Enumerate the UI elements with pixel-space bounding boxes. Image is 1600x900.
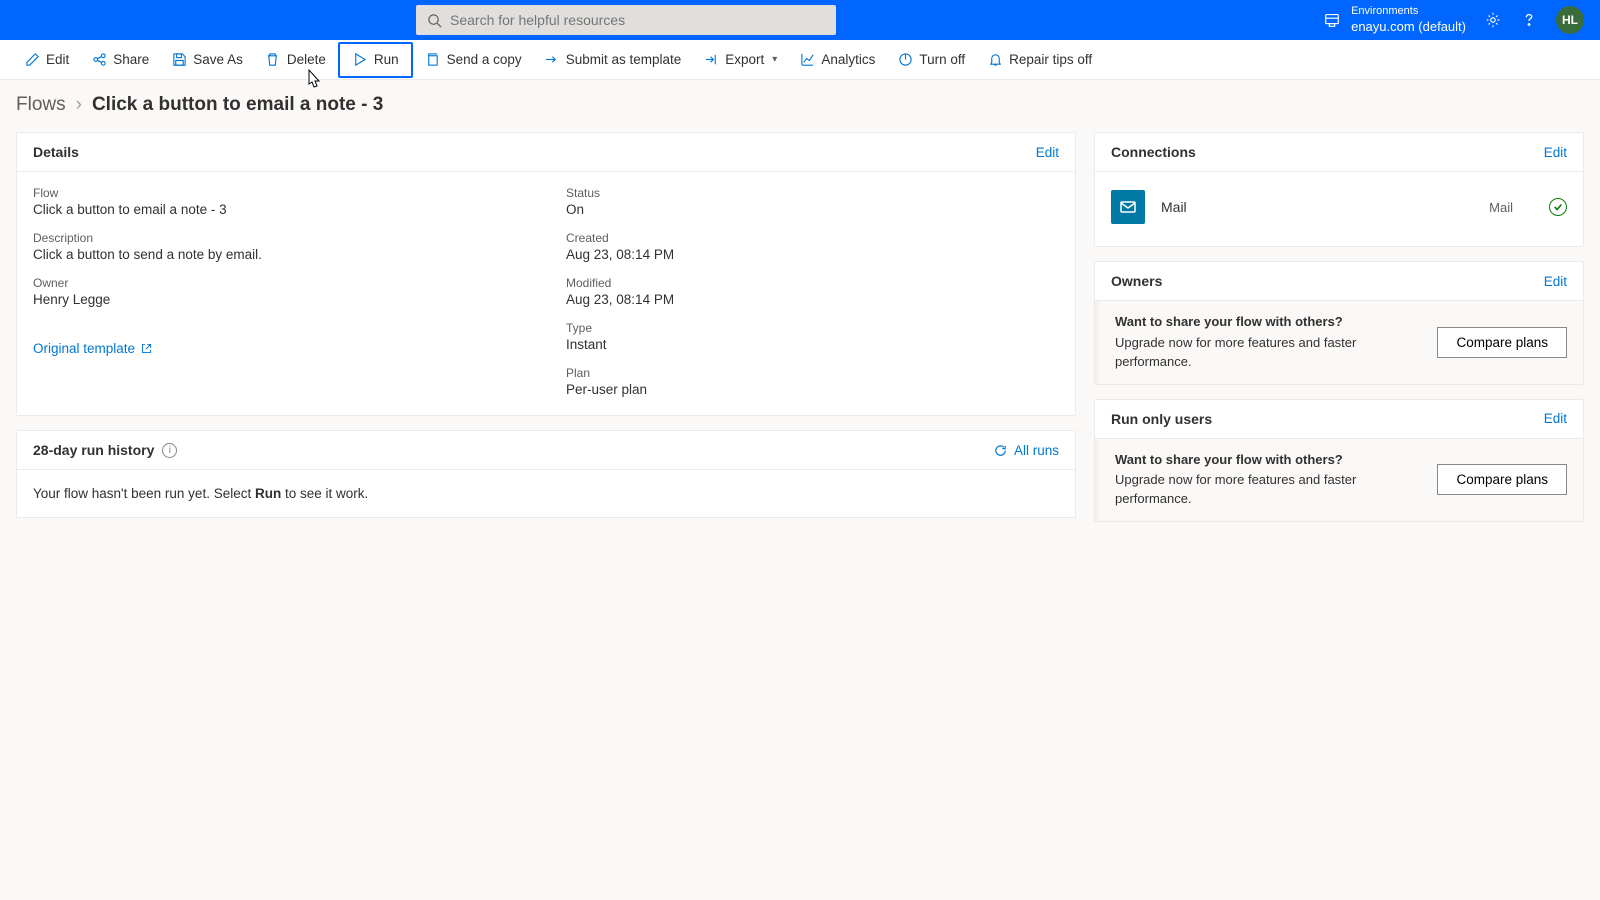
all-runs-link[interactable]: All runs <box>993 443 1059 458</box>
history-header: 28-day run history i All runs <box>17 431 1075 470</box>
external-link-icon <box>140 342 153 355</box>
runonly-title: Run only users <box>1111 411 1212 427</box>
submit-icon <box>544 52 560 68</box>
play-icon <box>352 52 368 68</box>
top-header: Environments enayu.com (default) HL <box>0 0 1600 40</box>
right-column: Connections Edit Mail Mail Owner <box>1094 132 1584 522</box>
detail-flow: Flow Click a button to email a note - 3 <box>33 186 526 217</box>
connection-row[interactable]: Mail Mail <box>1111 186 1567 228</box>
connections-title: Connections <box>1111 144 1196 160</box>
breadcrumb-current: Click a button to email a note - 3 <box>92 94 383 116</box>
analytics-button[interactable]: Analytics <box>789 46 885 74</box>
history-body: Your flow hasn't been run yet. Select Ru… <box>17 470 1075 517</box>
owners-edit-link[interactable]: Edit <box>1544 274 1567 289</box>
run-button[interactable]: Run <box>338 42 413 78</box>
chevron-right-icon: › <box>76 94 82 116</box>
owners-body: Want to share your flow with others? Upg… <box>1095 301 1583 384</box>
edit-button[interactable]: Edit <box>14 46 79 74</box>
chevron-down-icon: ▾ <box>772 54 777 65</box>
breadcrumb: Flows › Click a button to email a note -… <box>0 80 1600 126</box>
connection-status-icon <box>1549 198 1567 216</box>
connection-name: Mail <box>1161 199 1187 215</box>
compare-plans-button[interactable]: Compare plans <box>1437 327 1567 358</box>
compare-plans-button[interactable]: Compare plans <box>1437 464 1567 495</box>
search-input[interactable] <box>450 12 826 28</box>
saveas-button[interactable]: Save As <box>161 46 253 74</box>
copy-icon <box>425 52 441 68</box>
settings-icon[interactable] <box>1484 11 1502 29</box>
submit-button[interactable]: Submit as template <box>534 46 692 74</box>
history-card: 28-day run history i All runs Your flow … <box>16 430 1076 518</box>
search-container <box>416 5 836 35</box>
environment-label: Environments <box>1351 4 1466 18</box>
breadcrumb-root[interactable]: Flows <box>16 94 66 116</box>
bell-icon <box>987 52 1003 68</box>
delete-button[interactable]: Delete <box>255 46 336 74</box>
mail-icon <box>1111 190 1145 224</box>
connections-body: Mail Mail <box>1095 172 1583 246</box>
header-right: Environments enayu.com (default) HL <box>1323 4 1584 35</box>
runonly-edit-link[interactable]: Edit <box>1544 411 1567 426</box>
detail-created: Created Aug 23, 08:14 PM <box>566 231 1059 262</box>
environment-icon <box>1323 11 1341 29</box>
owners-upgrade-box: Want to share your flow with others? Upg… <box>1095 301 1583 384</box>
detail-status: Status On <box>566 186 1059 217</box>
avatar[interactable]: HL <box>1556 6 1584 34</box>
trash-icon <box>265 52 281 68</box>
connection-type: Mail <box>1489 200 1513 215</box>
help-icon[interactable] <box>1520 11 1538 29</box>
runonly-header: Run only users Edit <box>1095 400 1583 439</box>
history-title: 28-day run history <box>33 442 154 458</box>
environment-text: Environments enayu.com (default) <box>1351 4 1466 35</box>
share-button[interactable]: Share <box>81 46 159 74</box>
runonly-body: Want to share your flow with others? Upg… <box>1095 439 1583 522</box>
detail-type: Type Instant <box>566 321 1059 352</box>
turnoff-button[interactable]: Turn off <box>887 46 975 74</box>
connections-header: Connections Edit <box>1095 133 1583 172</box>
info-icon[interactable]: i <box>162 443 177 458</box>
upgrade-text: Want to share your flow with others? Upg… <box>1115 313 1417 372</box>
runonly-card: Run only users Edit Want to share your f… <box>1094 399 1584 523</box>
connections-edit-link[interactable]: Edit <box>1544 145 1567 160</box>
details-title: Details <box>33 144 79 160</box>
details-edit-link[interactable]: Edit <box>1036 145 1059 160</box>
save-icon <box>171 52 187 68</box>
export-icon <box>703 52 719 68</box>
environment-name: enayu.com (default) <box>1351 19 1466 36</box>
export-button[interactable]: Export ▾ <box>693 46 787 74</box>
original-template-link[interactable]: Original template <box>33 341 526 356</box>
detail-modified: Modified Aug 23, 08:14 PM <box>566 276 1059 307</box>
owners-card: Owners Edit Want to share your flow with… <box>1094 261 1584 385</box>
upgrade-text: Want to share your flow with others? Upg… <box>1115 451 1417 510</box>
details-header: Details Edit <box>17 133 1075 172</box>
chart-icon <box>799 52 815 68</box>
refresh-icon <box>993 443 1008 458</box>
detail-plan: Plan Per-user plan <box>566 366 1059 397</box>
pencil-icon <box>24 52 40 68</box>
environment-picker[interactable]: Environments enayu.com (default) <box>1323 4 1466 35</box>
connections-card: Connections Edit Mail Mail <box>1094 132 1584 247</box>
detail-description: Description Click a button to send a not… <box>33 231 526 262</box>
share-icon <box>91 52 107 68</box>
power-icon <box>897 52 913 68</box>
command-bar: Edit Share Save As Delete Run Send a cop… <box>0 40 1600 80</box>
content: Details Edit Flow Click a button to emai… <box>0 126 1600 528</box>
search-icon <box>426 12 442 28</box>
runonly-upgrade-box: Want to share your flow with others? Upg… <box>1095 439 1583 522</box>
details-card: Details Edit Flow Click a button to emai… <box>16 132 1076 416</box>
detail-owner: Owner Henry Legge <box>33 276 526 307</box>
owners-title: Owners <box>1111 273 1162 289</box>
details-body: Flow Click a button to email a note - 3 … <box>17 172 1075 415</box>
repair-button[interactable]: Repair tips off <box>977 46 1102 74</box>
owners-header: Owners Edit <box>1095 262 1583 301</box>
search-box[interactable] <box>416 5 836 35</box>
sendcopy-button[interactable]: Send a copy <box>415 46 532 74</box>
left-column: Details Edit Flow Click a button to emai… <box>16 132 1076 518</box>
